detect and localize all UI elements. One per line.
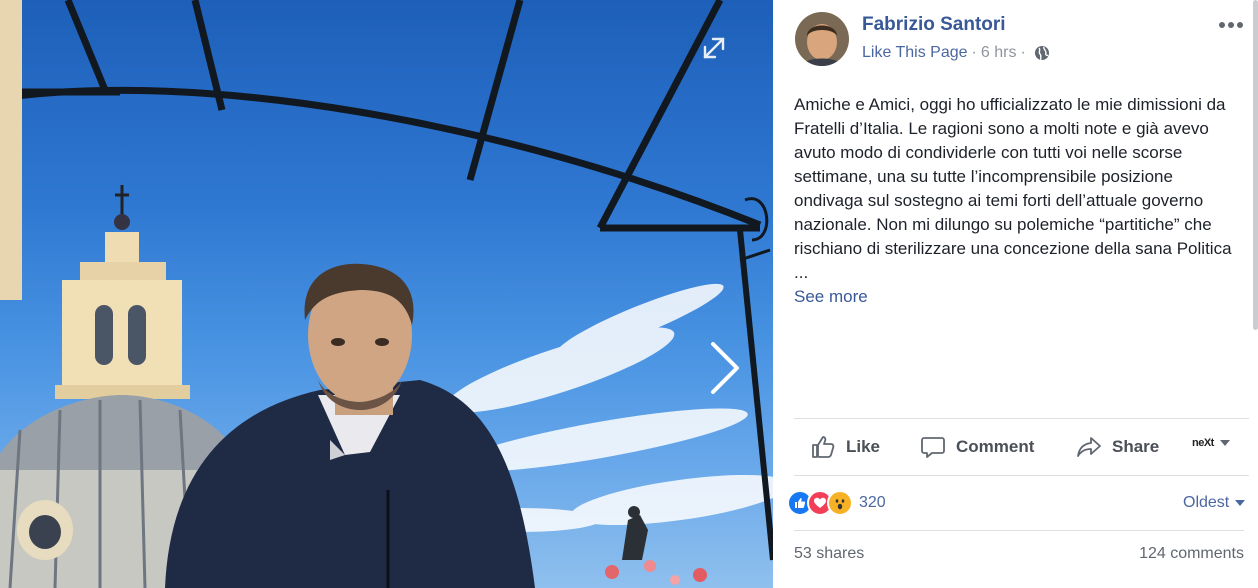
comment-label: Comment xyxy=(956,437,1035,456)
comment-button[interactable]: Comment xyxy=(920,434,1034,460)
sort-label: Oldest xyxy=(1183,494,1230,511)
post-photo[interactable] xyxy=(0,0,773,588)
divider-top xyxy=(794,418,1249,419)
divider-bottom xyxy=(794,530,1244,531)
page-selector[interactable]: neXt xyxy=(1192,437,1230,449)
share-icon xyxy=(1077,437,1101,457)
reactions-summary[interactable]: 320 xyxy=(787,490,886,516)
photo-scene xyxy=(0,0,773,588)
comment-sort-dropdown[interactable]: Oldest xyxy=(1183,494,1246,512)
expand-icon[interactable] xyxy=(700,34,728,62)
see-more-link[interactable]: See more xyxy=(794,287,868,306)
scrollbar[interactable] xyxy=(1253,0,1258,330)
more-options-icon[interactable] xyxy=(1218,15,1244,35)
comment-icon xyxy=(921,437,945,458)
thumbs-up-icon xyxy=(812,436,835,458)
globe-icon[interactable] xyxy=(1034,45,1050,61)
reaction-count: 320 xyxy=(859,494,886,511)
author-name[interactable]: Fabrizio Santori xyxy=(862,14,1006,36)
next-photo-arrow-icon[interactable] xyxy=(705,338,745,398)
wow-icon xyxy=(827,490,853,516)
share-label: Share xyxy=(1112,437,1160,456)
post-time[interactable]: 6 hrs xyxy=(981,44,1017,62)
divider-middle xyxy=(794,475,1249,476)
meta-separator-2: · xyxy=(1020,44,1026,61)
action-bar: Like Comment Share neXt xyxy=(794,424,1249,470)
shares-count[interactable]: 53 shares xyxy=(794,545,864,563)
like-page-link[interactable]: Like This Page xyxy=(862,44,968,62)
page-logo: neXt xyxy=(1192,437,1214,449)
chevron-down-icon xyxy=(1235,500,1246,506)
comments-count[interactable]: 124 comments xyxy=(1139,545,1244,563)
post-body: Amiche e Amici, oggi ho ufficializzato l… xyxy=(794,95,1232,282)
author-avatar[interactable] xyxy=(795,12,849,66)
like-button[interactable]: Like xyxy=(810,434,880,460)
share-button[interactable]: Share xyxy=(1076,434,1159,460)
like-label: Like xyxy=(846,437,881,456)
post-details-panel: Fabrizio Santori Like This Page · 6 hrs … xyxy=(773,0,1258,588)
post-meta: Like This Page · 6 hrs · xyxy=(862,44,1050,62)
meta-separator: · xyxy=(971,44,977,61)
post-text-block: Amiche e Amici, oggi ho ufficializzato l… xyxy=(794,93,1239,309)
chevron-down-icon xyxy=(1219,440,1230,446)
